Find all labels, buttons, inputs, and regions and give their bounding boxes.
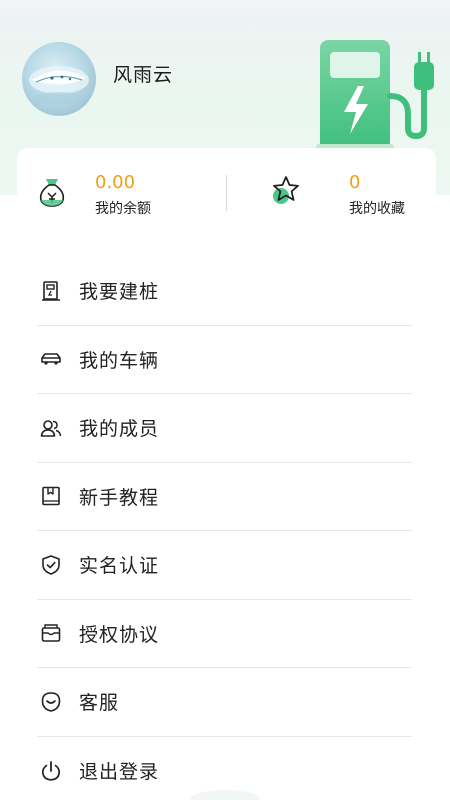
balance-value: 0.00 <box>95 172 136 193</box>
menu-item-real-name-verification[interactable]: 实名认证 <box>37 531 412 600</box>
menu-item-label: 客服 <box>79 692 120 715</box>
balance-stat[interactable]: 0.00 我的余额 <box>17 148 226 220</box>
menu-item-my-vehicles[interactable]: 我的车辆 <box>37 326 412 394</box>
customer-service-icon <box>39 690 63 714</box>
menu-item-label: 我的车辆 <box>79 349 160 372</box>
menu-item-tutorial[interactable]: 新手教程 <box>37 463 412 531</box>
menu-item-label: 实名认证 <box>79 555 160 578</box>
menu-list: 我要建桩 我的车辆 我的成员 新手教程 实名认证 授权协议 客服 退出登录 <box>37 257 412 800</box>
members-icon <box>39 416 63 440</box>
favorites-label: 我的收藏 <box>349 201 405 217</box>
menu-item-label: 我要建桩 <box>79 281 160 304</box>
menu-item-authorization-agreement[interactable]: 授权协议 <box>37 600 412 668</box>
car-icon <box>39 347 63 371</box>
menu-item-label: 退出登录 <box>79 761 160 784</box>
username: 风雨云 <box>113 64 174 86</box>
menu-item-label: 我的成员 <box>79 418 160 441</box>
charging-pile-illustration <box>316 40 434 152</box>
favorites-stat[interactable]: 0 我的收藏 <box>227 148 436 220</box>
star-icon <box>273 176 299 204</box>
charging-station-icon <box>39 279 63 303</box>
menu-item-label: 授权协议 <box>79 623 160 646</box>
agreement-icon <box>39 621 63 645</box>
power-icon <box>39 759 63 783</box>
status-bar <box>0 0 450 10</box>
shield-check-icon <box>39 553 63 577</box>
balance-label: 我的余额 <box>95 201 151 217</box>
menu-item-my-members[interactable]: 我的成员 <box>37 394 412 463</box>
menu-item-build-pile[interactable]: 我要建桩 <box>37 257 412 326</box>
menu-item-label: 新手教程 <box>79 486 160 509</box>
favorites-value: 0 <box>349 172 361 193</box>
avatar[interactable] <box>22 42 96 116</box>
money-bag-icon <box>39 179 65 207</box>
stats-card: 0.00 我的余额 0 我的收藏 <box>17 148 436 220</box>
book-icon <box>39 484 63 508</box>
menu-item-customer-service[interactable]: 客服 <box>37 668 412 737</box>
